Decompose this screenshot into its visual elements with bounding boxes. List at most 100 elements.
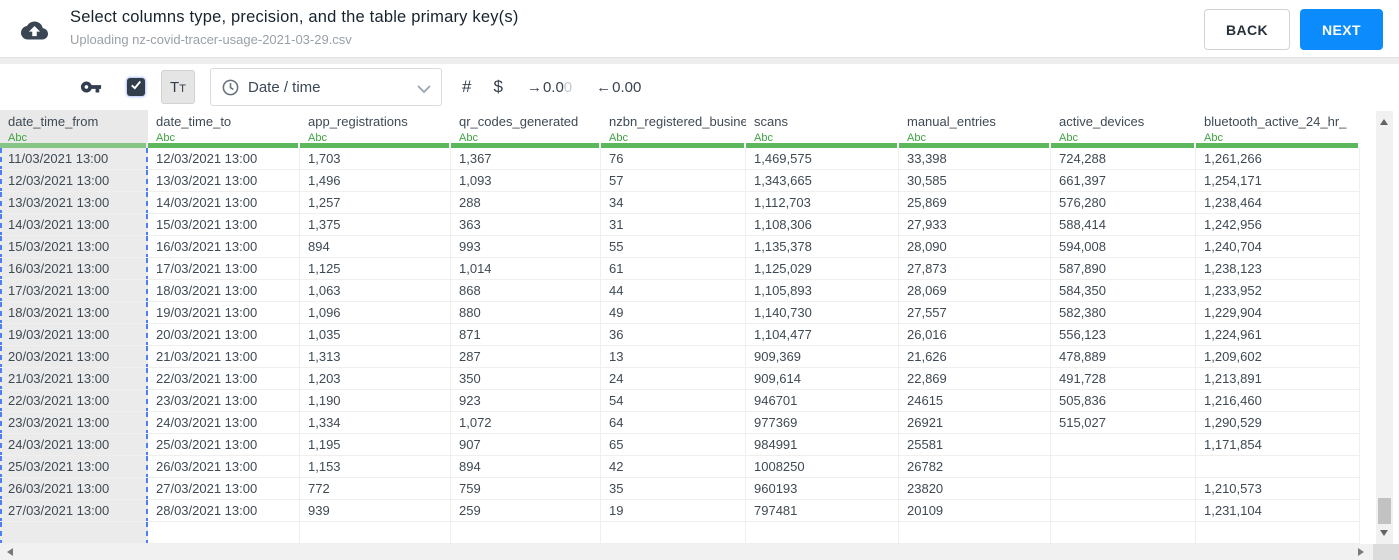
cell: 1,125	[300, 258, 451, 280]
cell: 20/03/2021 13:00	[148, 324, 300, 346]
cell: 1,290,529	[1196, 412, 1360, 434]
cell: 1,238,464	[1196, 192, 1360, 214]
vertical-scrollbar[interactable]	[1376, 111, 1393, 544]
cell: 1,240,704	[1196, 236, 1360, 258]
cell	[1051, 522, 1196, 544]
scroll-left-arrow-icon[interactable]	[7, 548, 13, 556]
cell: 939	[300, 500, 451, 522]
cell: 1,231,104	[1196, 500, 1360, 522]
increase-decimal-button[interactable]: → 0.0 0	[527, 79, 572, 96]
cell: 1008250	[746, 456, 899, 478]
text-type-button[interactable]: Tt	[161, 70, 195, 104]
cell	[1196, 456, 1360, 478]
cell: 1,469,575	[746, 148, 899, 170]
scroll-down-arrow-icon[interactable]	[1380, 530, 1388, 536]
cell: 1,367	[451, 148, 601, 170]
horizontal-scrollbar[interactable]	[0, 544, 1373, 560]
cell: 993	[451, 236, 601, 258]
page-subtitle: Uploading nz-covid-tracer-usage-2021-03-…	[70, 32, 352, 47]
column-name: date_time_to	[156, 114, 232, 129]
cell: 23/03/2021 13:00	[0, 412, 148, 434]
column-header-bluetooth_active_24_hr_[interactable]: bluetooth_active_24_hr_ Abc	[1196, 110, 1360, 148]
column-type-select-value: Date / time	[248, 78, 321, 96]
cell: 15/03/2021 13:00	[148, 214, 300, 236]
cell: 909,614	[746, 368, 899, 390]
cell: 1,014	[451, 258, 601, 280]
column-header-qr_codes_generated[interactable]: qr_codes_generated Abc	[451, 110, 601, 148]
cell	[148, 522, 300, 544]
page-title: Select columns type, precision, and the …	[70, 8, 519, 26]
column-header-nzbn_registered_busine[interactable]: nzbn_registered_busine Abc	[601, 110, 746, 148]
cell	[0, 522, 148, 544]
column-type-select[interactable]: Date / time	[210, 68, 442, 106]
cell: 22/03/2021 13:00	[148, 368, 300, 390]
cell: 1,233,952	[1196, 280, 1360, 302]
cell	[1051, 434, 1196, 456]
column-name: active_devices	[1059, 114, 1145, 129]
cell: 25/03/2021 13:00	[0, 456, 148, 478]
column-name: nzbn_registered_busine	[609, 114, 746, 129]
cell: 21/03/2021 13:00	[148, 346, 300, 368]
column-header-date_time_to[interactable]: date_time_to Abc	[148, 110, 300, 148]
table-row: 19/03/2021 13:00 20/03/2021 13:00 1,035 871…	[0, 324, 1360, 346]
cell: 27,933	[899, 214, 1051, 236]
key-icon	[80, 81, 102, 102]
cell: 21,626	[899, 346, 1051, 368]
cell: 1,216,460	[1196, 390, 1360, 412]
scroll-up-arrow-icon[interactable]	[1380, 119, 1388, 125]
cell: 363	[451, 214, 601, 236]
primary-key-button[interactable]	[80, 76, 102, 98]
cell: 772	[300, 478, 451, 500]
column-header-date_time_from[interactable]: date_time_from Abc	[0, 110, 148, 148]
cell: 22,869	[899, 368, 1051, 390]
cell: 1,153	[300, 456, 451, 478]
cell: 26/03/2021 13:00	[0, 478, 148, 500]
column-checkbox[interactable]	[127, 78, 145, 96]
cell: 24/03/2021 13:00	[148, 412, 300, 434]
cell: 61	[601, 258, 746, 280]
cell: 1,334	[300, 412, 451, 434]
cell: 19	[601, 500, 746, 522]
cell: 588,414	[1051, 214, 1196, 236]
cell: 1,242,956	[1196, 214, 1360, 236]
cell: 27,873	[899, 258, 1051, 280]
cell: 27,557	[899, 302, 1051, 324]
cell: 661,397	[1051, 170, 1196, 192]
vertical-scrollbar-thumb[interactable]	[1378, 498, 1391, 524]
column-name: bluetooth_active_24_hr_	[1204, 114, 1347, 129]
cell: 1,209,602	[1196, 346, 1360, 368]
back-button[interactable]: BACK	[1204, 9, 1291, 50]
header-text: Select columns type, precision, and the …	[70, 8, 519, 47]
cell: 1,703	[300, 148, 451, 170]
cell: 11/03/2021 13:00	[0, 148, 148, 170]
decrease-decimal-button[interactable]: ← 0.00	[596, 79, 641, 96]
number-type-button[interactable]: #	[462, 77, 471, 97]
next-button[interactable]: NEXT	[1300, 9, 1383, 50]
cell: 977369	[746, 412, 899, 434]
cell: 25/03/2021 13:00	[148, 434, 300, 456]
column-header-manual_entries[interactable]: manual_entries Abc	[899, 110, 1051, 148]
cell: 17/03/2021 13:00	[0, 280, 148, 302]
cell: 907	[451, 434, 601, 456]
cell: 1,140,730	[746, 302, 899, 324]
cell: 1,229,904	[1196, 302, 1360, 324]
cell: 1,210,573	[1196, 478, 1360, 500]
cell: 55	[601, 236, 746, 258]
column-header-scans[interactable]: scans Abc	[746, 110, 899, 148]
column-header-active_devices[interactable]: active_devices Abc	[1051, 110, 1196, 148]
cell: 1,105,893	[746, 280, 899, 302]
table-row: 27/03/2021 13:00 28/03/2021 13:00 939 259 19…	[0, 500, 1360, 522]
cell: 57	[601, 170, 746, 192]
cell: 16/03/2021 13:00	[0, 258, 148, 280]
column-header-app_registrations[interactable]: app_registrations Abc	[300, 110, 451, 148]
cell: 960193	[746, 478, 899, 500]
chevron-down-icon	[417, 81, 431, 99]
currency-type-button[interactable]: $	[493, 77, 502, 97]
cell: 1,261,266	[1196, 148, 1360, 170]
column-name: date_time_from	[8, 114, 99, 129]
cell: 1,108,306	[746, 214, 899, 236]
cell: 478,889	[1051, 346, 1196, 368]
scroll-right-arrow-icon[interactable]	[1358, 548, 1364, 556]
cell: 1,112,703	[746, 192, 899, 214]
cell: 587,890	[1051, 258, 1196, 280]
